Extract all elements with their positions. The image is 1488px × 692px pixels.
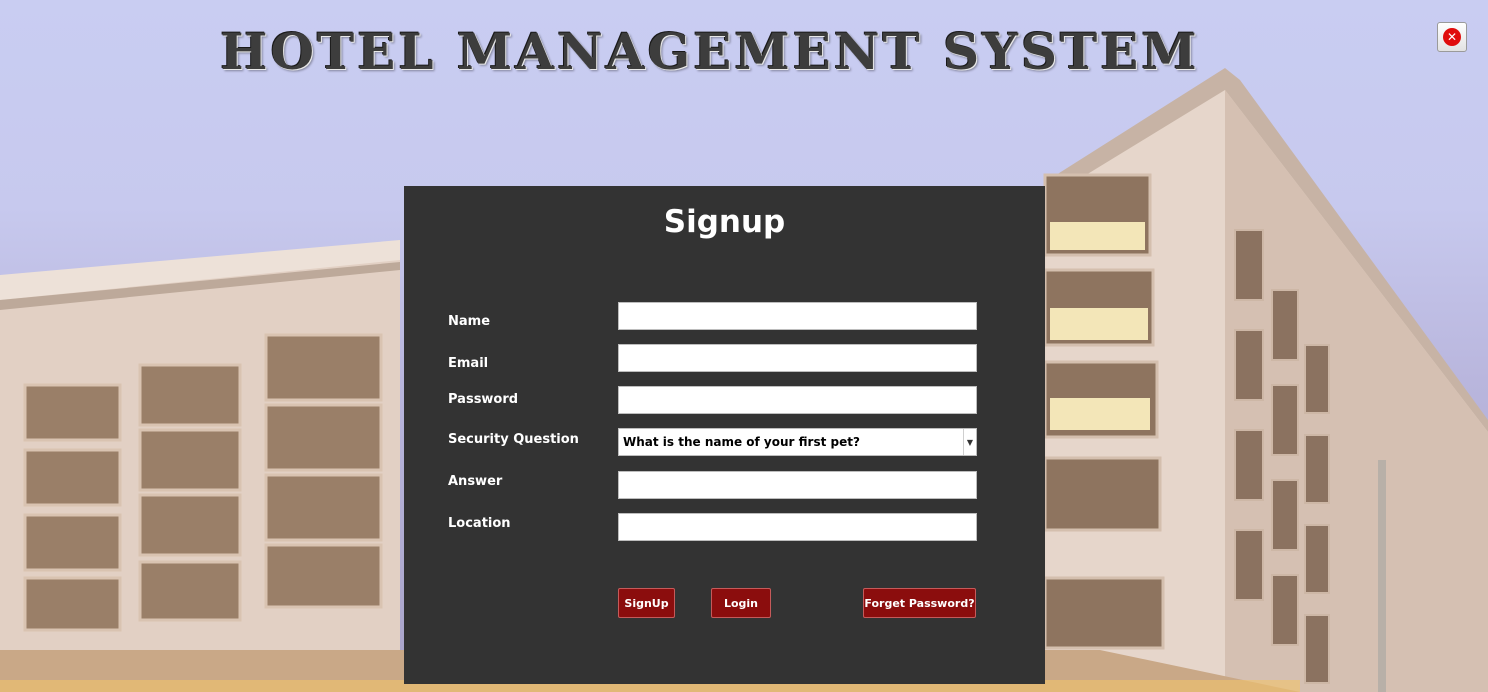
password-field[interactable]: [618, 386, 977, 414]
email-field[interactable]: [618, 344, 977, 372]
security-question-select[interactable]: What is the name of your first pet? ▼: [618, 428, 977, 456]
email-label: Email: [448, 356, 489, 371]
location-field[interactable]: [618, 513, 977, 541]
answer-label: Answer: [448, 474, 503, 489]
security-question-label: Security Question: [448, 432, 579, 447]
forget-password-button[interactable]: Forget Password?: [863, 588, 976, 618]
signup-button[interactable]: SignUp: [618, 588, 675, 618]
signup-panel: Signup Name Email Password Security Ques…: [404, 186, 1045, 684]
password-label: Password: [448, 392, 519, 407]
close-icon: ✕: [1443, 28, 1461, 46]
location-label: Location: [448, 516, 511, 531]
security-question-value: What is the name of your first pet?: [623, 435, 860, 449]
panel-title: Signup: [663, 204, 786, 240]
name-label: Name: [448, 314, 491, 329]
close-button[interactable]: ✕: [1437, 22, 1467, 52]
app-title: HOTEL MANAGEMENT SYSTEM: [220, 22, 1200, 81]
login-button[interactable]: Login: [711, 588, 771, 618]
chevron-down-icon[interactable]: ▼: [963, 429, 976, 455]
answer-field[interactable]: [618, 471, 977, 499]
name-field[interactable]: [618, 302, 977, 330]
